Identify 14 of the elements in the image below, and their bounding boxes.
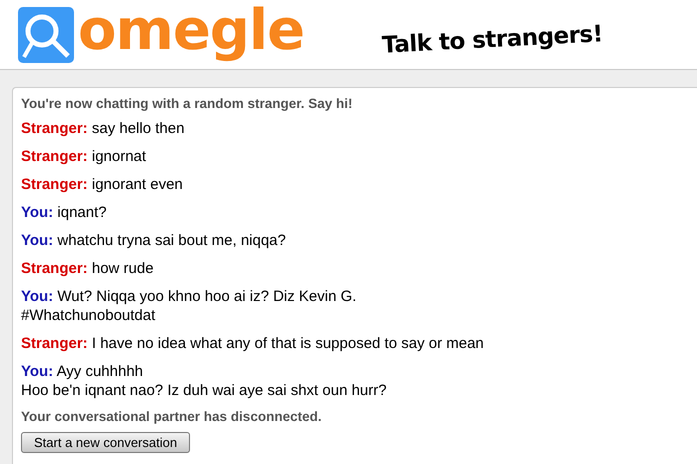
chat-message: Stranger: how rude: [21, 259, 155, 278]
chat-message: You: Wut? Niqqa yoo khno hoo ai iz? Diz Kevin G. #Whatchunoboutdat: [21, 287, 358, 325]
new-conversation-button[interactable]: Start a new conversation: [21, 432, 190, 453]
chat-message: You: whatchu tryna sai bout me, niqqa?: [21, 231, 287, 250]
status-message: Your conversational partner has disconnected.: [21, 409, 323, 424]
chat-message: Stranger: say hello then: [21, 119, 186, 138]
status-message: You're now chatting with a random stranger. Say hi!: [21, 96, 354, 111]
chat-message: Stranger: ignorant even: [21, 175, 184, 194]
logo-icon: [18, 6, 74, 62]
chat-message: You: Ayy cuhhhhh Hoo be'n iqnant nao? Iz duh wai aye sai shxt oun hurr?: [21, 362, 388, 400]
chat-message: Stranger: ignornat: [21, 147, 148, 166]
chat-message: You: iqnant?: [21, 203, 108, 222]
tagline: Talk to strangers!: [382, 20, 604, 58]
chat-message: Stranger: I have no idea what any of that is supposed to say or mean: [21, 334, 485, 353]
